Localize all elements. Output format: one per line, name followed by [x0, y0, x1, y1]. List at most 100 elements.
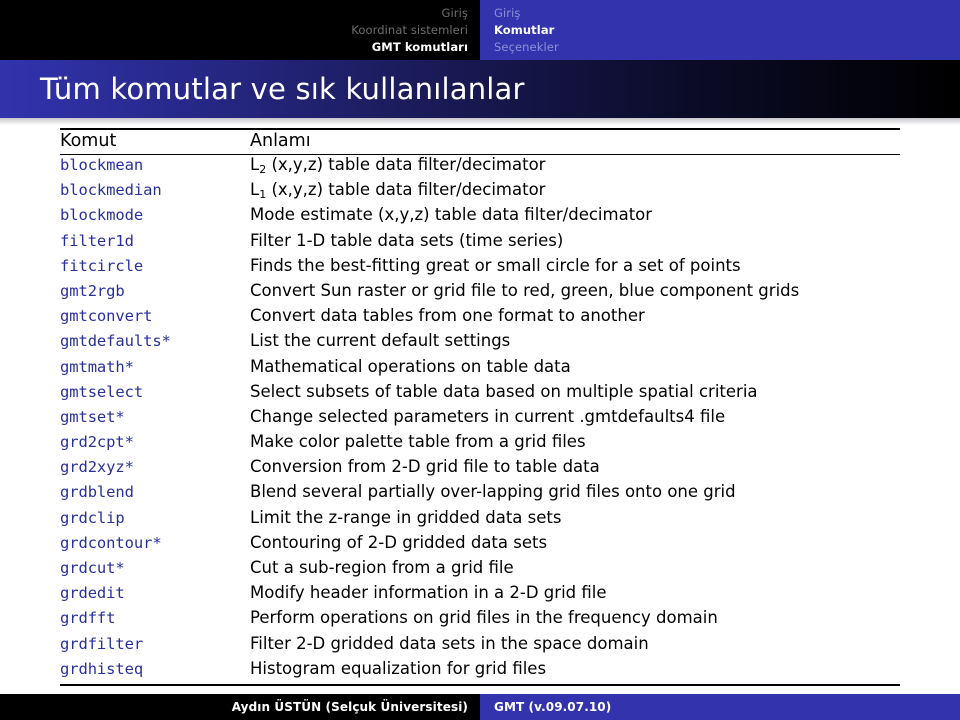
table-cell-description: Mode estimate (x,y,z) table data filter/…	[250, 205, 900, 230]
nav-section-outline: Giriş Koordinat sistemleri GMT komutları	[0, 0, 480, 60]
footer-document-title: GMT (v.09.07.10)	[494, 700, 612, 714]
table-cell-command: blockmean	[60, 155, 250, 181]
nav-item-gmt-komutlari[interactable]: GMT komutları	[372, 39, 468, 56]
table-cell-description: Convert data tables from one format to a…	[250, 306, 900, 331]
table-cell-command: gmtset*	[60, 407, 250, 432]
command-name: gmtselect	[60, 382, 144, 401]
table-header-row: Komut Anlamı	[60, 128, 900, 155]
table-row: grdfft Perform operations on grid files i…	[60, 608, 900, 633]
command-description: Mathematical operations on table data	[250, 356, 571, 376]
table-row: gmtdefaults* List the current default set…	[60, 331, 900, 356]
command-description: Filter 2-D gridded data sets in the spac…	[250, 633, 649, 653]
description-subscript: 2	[259, 163, 267, 176]
command-name: filter1d	[60, 231, 134, 250]
table-cell-description: Modify header information in a 2-D grid …	[250, 583, 900, 608]
table-cell-description: Limit the z-range in gridded data sets	[250, 508, 900, 533]
table-cell-description: Perform operations on grid files in the …	[250, 608, 900, 633]
nav-item-komutlar[interactable]: Komutlar	[494, 22, 554, 39]
table-cell-description: Change selected parameters in current .g…	[250, 407, 900, 432]
table-row: grdhisteq Histogram equalization for grid…	[60, 659, 900, 685]
command-name: gmtconvert	[60, 307, 153, 326]
command-description: L1 (x,y,z) table data filter/decimator	[250, 180, 546, 202]
title-shadow-divider	[0, 118, 960, 125]
command-description: Limit the z-range in gridded data sets	[250, 507, 562, 527]
table-bottom-rule-cell	[250, 683, 900, 687]
command-name: fitcircle	[60, 256, 144, 275]
command-description: Modify header information in a 2-D grid …	[250, 583, 607, 603]
nav-item-koordinat-sistemleri[interactable]: Koordinat sistemleri	[351, 22, 468, 39]
command-description: Filter 1-D table data sets (time series)	[250, 230, 564, 250]
table-cell-command: gmtdefaults*	[60, 331, 250, 356]
table-cell-command: gmt2rgb	[60, 281, 250, 306]
nav-item-giris[interactable]: Giriş	[441, 5, 468, 22]
table-cell-description: L1 (x,y,z) table data filter/decimator	[250, 180, 900, 205]
table-cell-description: Mathematical operations on table data	[250, 357, 900, 382]
table-cell-description: Cut a sub-region from a grid file	[250, 558, 900, 583]
command-description: List the current default settings	[250, 331, 511, 351]
column-header-komut: Komut	[60, 131, 117, 151]
command-description: Convert Sun raster or grid file to red, …	[250, 280, 800, 300]
table-cell-command: fitcircle	[60, 256, 250, 281]
table-row: grd2xyz* Conversion from 2-D grid file to…	[60, 457, 900, 482]
table-bottom-rule-cell	[60, 683, 250, 687]
table-row: filter1d Filter 1-D table data sets (time…	[60, 231, 900, 256]
command-name: grdclip	[60, 508, 125, 527]
table-bottom-rule	[60, 683, 900, 687]
command-description: Select subsets of table data based on mu…	[250, 381, 758, 401]
command-name: blockmedian	[60, 181, 162, 200]
table-cell-command: grdfilter	[60, 634, 250, 659]
table-cell-command: gmtmath*	[60, 357, 250, 382]
table-cell-description: Contouring of 2-D gridded data sets	[250, 533, 900, 558]
command-description: Make color palette table from a grid fil…	[250, 432, 586, 452]
table-cell-description: Blend several partially over-lapping gri…	[250, 482, 900, 507]
table-header-cell-meaning: Anlamı	[250, 128, 900, 155]
table-cell-description: Conversion from 2-D grid file to table d…	[250, 457, 900, 482]
nav-section-subsections: Giriş Komutlar Seçenekler	[480, 0, 960, 60]
table-cell-description: Finds the best-fitting great or small ci…	[250, 256, 900, 281]
table-cell-description: Filter 1-D table data sets (time series)	[250, 231, 900, 256]
command-name: blockmean	[60, 156, 144, 174]
table-cell-command: blockmode	[60, 205, 250, 230]
table-cell-command: grdclip	[60, 508, 250, 533]
command-name: gmt2rgb	[60, 281, 125, 300]
table-cell-description: L2 (x,y,z) table data filter/decimator	[250, 155, 900, 181]
command-description: L2 (x,y,z) table data filter/decimator	[250, 155, 546, 176]
table-row: fitcircle Finds the best-fitting great or…	[60, 256, 900, 281]
table-cell-command: grdblend	[60, 482, 250, 507]
table-row: blockmedian L1 (x,y,z) table data filter/…	[60, 180, 900, 205]
command-description: Perform operations on grid files in the …	[250, 608, 718, 628]
table-header-cell-command: Komut	[60, 128, 250, 155]
command-description: Cut a sub-region from a grid file	[250, 558, 514, 577]
command-name: grdfft	[60, 609, 116, 628]
table-row: grdblend Blend several partially over-lap…	[60, 482, 900, 507]
description-subscript: 1	[259, 188, 267, 202]
table-cell-command: blockmedian	[60, 180, 250, 205]
command-name: blockmode	[60, 206, 144, 225]
table-row: blockmean L2 (x,y,z) table data filter/de…	[60, 155, 900, 181]
nav-item-secenekler[interactable]: Seçenekler	[494, 39, 559, 56]
command-name: grd2xyz*	[60, 458, 134, 477]
footer-document-section: GMT (v.09.07.10)	[480, 694, 960, 720]
command-name: grdcut*	[60, 559, 125, 577]
command-description: Change selected parameters in current .g…	[250, 406, 726, 426]
footer-bar: Aydın ÜSTÜN (Selçuk Üniversitesi) GMT (v…	[0, 694, 960, 720]
command-name: grdfilter	[60, 634, 144, 653]
slide-title-bar: Tüm komutlar ve sık kullanılanlar	[0, 60, 960, 118]
table-row: gmt2rgb Convert Sun raster or grid file t…	[60, 281, 900, 306]
command-name: grdhisteq	[60, 659, 144, 678]
table-cell-description: Select subsets of table data based on mu…	[250, 382, 900, 407]
table-row: grdcontour* Contouring of 2-D gridded dat…	[60, 533, 900, 558]
table-row: gmtset* Change selected parameters in cur…	[60, 407, 900, 432]
table-cell-command: grd2cpt*	[60, 432, 250, 457]
command-name: gmtdefaults*	[60, 332, 171, 351]
table-row: grdedit Modify header information in a 2-…	[60, 583, 900, 608]
table-row: blockmode Mode estimate (x,y,z) table dat…	[60, 205, 900, 230]
table-cell-description: Histogram equalization for grid files	[250, 659, 900, 685]
slide-content: Komut Anlamı blockmean L2 (x,y,z) table d…	[0, 128, 960, 687]
table-row: gmtselect Select subsets of table data ba…	[60, 382, 900, 407]
command-description: Blend several partially over-lapping gri…	[250, 482, 736, 502]
column-header-anlami: Anlamı	[250, 131, 311, 151]
command-description: Finds the best-fitting great or small ci…	[250, 255, 741, 275]
nav-item-giris-sub[interactable]: Giriş	[494, 5, 521, 22]
table-row: gmtmath* Mathematical operations on table…	[60, 357, 900, 382]
